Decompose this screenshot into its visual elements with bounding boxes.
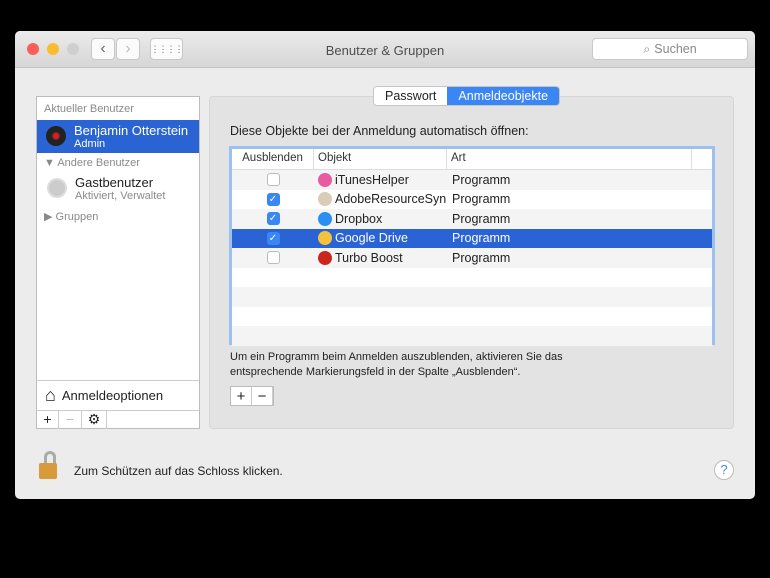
user-list: Aktueller Benutzer Benjamin Otterstein A…: [36, 96, 200, 429]
search-placeholder: Suchen: [654, 42, 697, 56]
login-items-table: Ausblenden Objekt Art iTunesHelper Progr…: [229, 146, 715, 346]
google-drive-icon: [318, 231, 332, 246]
search-icon: ⌕: [643, 41, 651, 56]
empty-row: [232, 326, 712, 346]
hide-checkbox[interactable]: ✓: [266, 212, 280, 226]
other-users-label: Andere Benutzer: [57, 157, 140, 169]
user-item-current[interactable]: Benjamin Otterstein Admin: [37, 120, 199, 153]
add-user-button[interactable]: +: [37, 411, 59, 429]
item-name: Turbo Boost: [335, 250, 403, 265]
column-art[interactable]: Art: [447, 149, 692, 169]
lock-text: Zum Schützen auf das Schloss klicken.: [74, 464, 283, 478]
remove-item-button[interactable]: −: [252, 387, 273, 405]
hide-checkbox[interactable]: ✓: [266, 231, 280, 245]
item-name: Dropbox: [335, 211, 383, 226]
item-buttons: + −: [230, 386, 274, 406]
hide-checkbox[interactable]: [266, 173, 280, 187]
login-options-label: Anmeldeoptionen: [61, 388, 164, 403]
column-objekt[interactable]: Objekt: [314, 149, 447, 169]
empty-row: [232, 287, 712, 307]
remove-user-button[interactable]: −: [59, 411, 82, 429]
column-ausblenden[interactable]: Ausblenden: [232, 149, 314, 169]
section-heading: Diese Objekte bei der Anmeldung automati…: [230, 124, 529, 138]
item-name: Google Drive: [335, 231, 408, 246]
login-options-item[interactable]: ⌂ Anmeldeoptionen: [37, 380, 199, 410]
guest-status: Aktiviert, Verwaltet: [75, 190, 166, 202]
dropbox-icon: [318, 211, 332, 226]
tab-anmeldeobjekte[interactable]: Anmeldeobjekte: [447, 87, 560, 105]
window: ‹ › ⋮⋮⋮⋮ Benutzer & Gruppen ⌕ Suchen Aktu…: [15, 31, 755, 499]
empty-row: [232, 268, 712, 288]
groups-label: Gruppen: [55, 211, 99, 223]
item-name: AdobeResourceSyn: [335, 192, 447, 207]
avatar: [46, 126, 66, 146]
table-row[interactable]: ✓ Dropbox Programm: [232, 209, 712, 229]
lock-icon[interactable]: [39, 451, 61, 481]
search-input[interactable]: ⌕ Suchen: [592, 38, 748, 60]
groups-item[interactable]: ▶ Gruppen: [44, 210, 98, 223]
user-role: Admin: [74, 138, 106, 150]
guest-avatar-icon: [47, 178, 67, 198]
itunes-icon: [318, 172, 332, 187]
gear-icon[interactable]: ⚙: [82, 411, 107, 429]
empty-row: [232, 307, 712, 327]
check-icon: ✓: [268, 193, 278, 205]
user-item-guest[interactable]: Gastbenutzer Aktiviert, Verwaltet: [37, 173, 199, 206]
house-icon: ⌂: [45, 385, 56, 405]
hide-checkbox[interactable]: [266, 251, 280, 265]
guest-name: Gastbenutzer: [75, 175, 154, 190]
other-users-header[interactable]: ▼ Andere Benutzer: [44, 157, 140, 169]
tab-passwort[interactable]: Passwort: [374, 87, 448, 105]
add-item-button[interactable]: +: [231, 387, 252, 405]
turbo-boost-icon: [318, 250, 332, 265]
help-button[interactable]: ?: [714, 460, 734, 480]
table-row[interactable]: ✓ Google Drive Programm: [232, 228, 712, 248]
check-icon: ✓: [268, 232, 278, 244]
item-kind: Programm: [452, 231, 511, 246]
item-kind: Programm: [452, 172, 511, 187]
adobe-icon: [318, 192, 332, 207]
item-name: iTunesHelper: [335, 172, 409, 187]
hint-text: Um ein Programm beim Anmelden auszublend…: [230, 351, 563, 378]
hide-checkbox[interactable]: ✓: [266, 192, 280, 206]
item-kind: Programm: [452, 192, 511, 207]
title-bar: ‹ › ⋮⋮⋮⋮ Benutzer & Gruppen ⌕ Suchen: [15, 31, 755, 68]
item-kind: Programm: [452, 211, 511, 226]
table-row[interactable]: Turbo Boost Programm: [232, 248, 712, 268]
user-name: Benjamin Otterstein: [74, 123, 189, 138]
tab-bar: Passwort Anmeldeobjekte: [373, 86, 561, 106]
table-row[interactable]: iTunesHelper Programm: [232, 170, 712, 190]
table-row[interactable]: ✓ AdobeResourceSyn Programm: [232, 190, 712, 210]
check-icon: ✓: [268, 213, 278, 225]
current-user-header: Aktueller Benutzer: [44, 103, 134, 115]
item-kind: Programm: [452, 250, 511, 265]
